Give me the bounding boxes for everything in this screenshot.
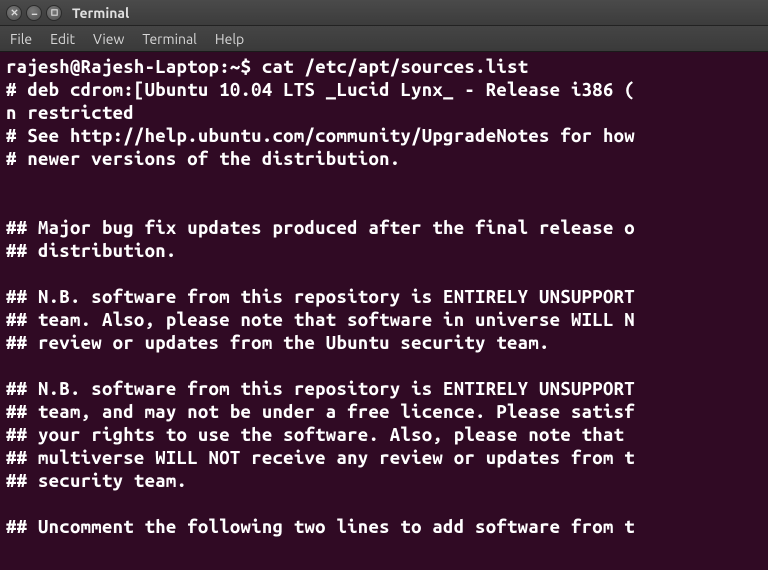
minimize-button[interactable] xyxy=(26,5,42,21)
menu-file[interactable]: File xyxy=(10,31,32,47)
maximize-icon xyxy=(50,8,59,17)
maximize-button[interactable] xyxy=(46,5,62,21)
menubar: File Edit View Terminal Help xyxy=(0,26,768,52)
terminal-output: # deb cdrom:[Ubuntu 10.04 LTS _Lucid Lyn… xyxy=(6,80,635,537)
prompt-symbol: $ xyxy=(241,57,252,77)
menu-terminal[interactable]: Terminal xyxy=(142,31,197,47)
window-titlebar: Terminal xyxy=(0,0,768,26)
menu-edit[interactable]: Edit xyxy=(50,31,75,47)
minimize-icon xyxy=(30,8,39,17)
menu-view[interactable]: View xyxy=(93,31,124,47)
window-controls xyxy=(6,5,62,21)
menu-help[interactable]: Help xyxy=(215,31,244,47)
window-title: Terminal xyxy=(72,5,129,21)
close-icon xyxy=(10,8,19,17)
terminal-text: rajesh@Rajesh-Laptop:~$ cat /etc/apt/sou… xyxy=(6,56,762,539)
prompt-user-host: rajesh@Rajesh-Laptop xyxy=(6,57,219,77)
close-button[interactable] xyxy=(6,5,22,21)
prompt-path: ~ xyxy=(230,57,241,77)
terminal-body[interactable]: rajesh@Rajesh-Laptop:~$ cat /etc/apt/sou… xyxy=(0,52,768,570)
command-text: cat /etc/apt/sources.list xyxy=(262,57,529,77)
